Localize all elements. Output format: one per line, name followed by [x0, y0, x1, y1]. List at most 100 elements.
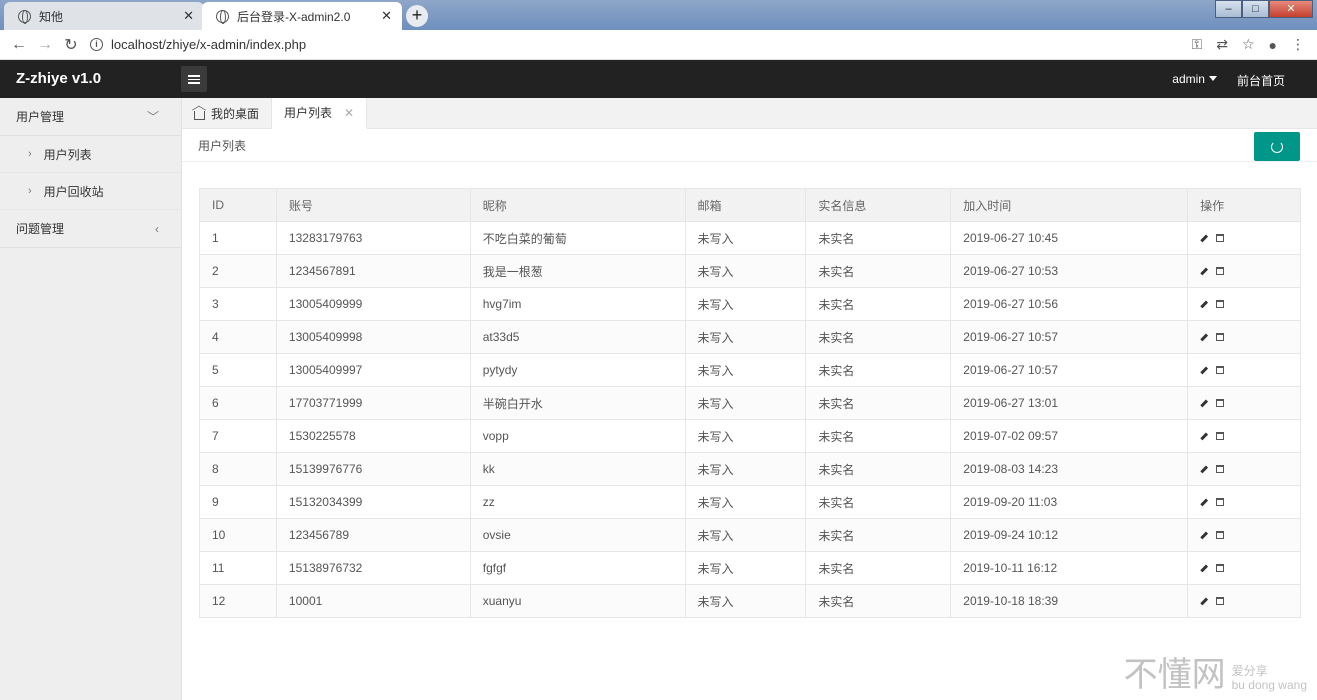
trash-icon[interactable]: [1216, 267, 1225, 275]
frontpage-link[interactable]: 前台首页: [1237, 72, 1285, 89]
cell-nickname: 我是一根葱: [469, 254, 686, 288]
menu-toggle-button[interactable]: [181, 66, 207, 92]
cell-account: 13283179763: [275, 221, 471, 255]
sidebar: 用户管理 ﹀ › 用户列表 › 用户回收站 问题管理 ‹: [0, 98, 182, 700]
sidebar-item-label: 用户列表: [43, 147, 92, 162]
translate-icon[interactable]: ⇄: [1216, 36, 1228, 53]
table-row: 5 13005409997 pytydy 未写入 未实名 2019-06-27 10:57: [199, 353, 1301, 387]
window-close-icon[interactable]: ✕: [1269, 0, 1313, 18]
cell-realname: 未实名: [805, 320, 952, 354]
pencil-icon[interactable]: [1200, 597, 1208, 606]
pencil-icon[interactable]: [1200, 564, 1208, 573]
trash-icon[interactable]: [1216, 234, 1225, 242]
cell-id: 8: [199, 452, 277, 486]
watermark-text: 不懂网: [1123, 655, 1226, 695]
cell-email: 未写入: [684, 551, 807, 585]
sidebar-item-label: 用户回收站: [43, 184, 104, 199]
sidebar-group-label: 用户管理: [16, 110, 65, 124]
tab-user-list[interactable]: 用户列表 ✕: [272, 98, 368, 129]
cell-account: 1234567891: [275, 254, 471, 288]
column-header: 加入时间: [950, 188, 1189, 222]
cell-nickname: ovsie: [469, 518, 686, 552]
cell-email: 未写入: [684, 386, 807, 420]
cell-account: 123456789: [275, 518, 471, 552]
cell-actions: [1187, 452, 1301, 486]
cell-id: 7: [199, 419, 277, 453]
back-arrow-icon[interactable]: ←: [6, 36, 32, 54]
minimize-icon[interactable]: –: [1215, 0, 1242, 18]
pencil-icon[interactable]: [1200, 432, 1208, 441]
pencil-icon[interactable]: [1200, 531, 1208, 540]
trash-icon[interactable]: [1216, 300, 1225, 308]
trash-icon[interactable]: [1216, 333, 1225, 341]
info-icon[interactable]: i: [90, 38, 103, 51]
cell-nickname: at33d5: [469, 320, 686, 354]
trash-icon[interactable]: [1216, 432, 1225, 440]
star-icon[interactable]: ☆: [1242, 36, 1255, 53]
cell-nickname: 半碗白开水: [469, 386, 686, 420]
cell-actions: [1187, 386, 1301, 420]
pencil-icon[interactable]: [1200, 300, 1208, 309]
close-icon[interactable]: ✕: [381, 8, 392, 24]
pencil-icon[interactable]: [1200, 333, 1208, 342]
sidebar-group-user-management[interactable]: 用户管理 ﹀: [0, 98, 181, 136]
pencil-icon[interactable]: [1200, 498, 1208, 507]
refresh-button[interactable]: [1254, 132, 1300, 161]
column-header: 账号: [275, 188, 471, 222]
cell-email: 未写入: [684, 353, 807, 387]
close-icon[interactable]: ✕: [183, 8, 194, 24]
cell-joined: 2019-08-03 14:23: [950, 452, 1189, 486]
breadcrumb-current: 用户列表: [198, 138, 247, 153]
trash-icon[interactable]: [1216, 564, 1225, 572]
pencil-icon[interactable]: [1200, 366, 1208, 375]
globe-icon: [216, 9, 229, 24]
cell-id: 2: [199, 254, 277, 288]
sidebar-item-user-list[interactable]: › 用户列表: [0, 136, 181, 173]
column-header: 邮箱: [684, 188, 807, 222]
maximize-icon[interactable]: □: [1242, 0, 1269, 18]
reload-icon[interactable]: ↻: [58, 35, 84, 55]
main-content: 我的桌面 用户列表 ✕ 用户列表 ID 账号 昵称 邮箱 实名信息 加入时间 操…: [182, 98, 1317, 700]
tab-my-desktop[interactable]: 我的桌面: [182, 98, 273, 129]
account-icon[interactable]: ●: [1269, 37, 1277, 53]
trash-icon[interactable]: [1216, 597, 1225, 605]
cell-joined: 2019-06-27 10:45: [950, 221, 1189, 255]
pencil-icon[interactable]: [1200, 399, 1208, 408]
trash-icon[interactable]: [1216, 498, 1225, 506]
close-icon[interactable]: ✕: [344, 106, 354, 120]
trash-icon[interactable]: [1216, 531, 1225, 539]
cell-realname: 未实名: [805, 485, 952, 519]
window-controls: – □ ✕: [1215, 0, 1313, 18]
trash-icon[interactable]: [1216, 366, 1225, 374]
trash-icon[interactable]: [1216, 465, 1225, 473]
home-icon: [194, 111, 205, 120]
cell-nickname: hvg7im: [469, 287, 686, 321]
more-menu-icon[interactable]: ⋮: [1291, 36, 1305, 53]
user-menu[interactable]: admin: [1172, 72, 1217, 89]
cell-id: 12: [199, 584, 277, 618]
sidebar-item-user-recycle-bin[interactable]: › 用户回收站: [0, 173, 181, 210]
pencil-icon[interactable]: [1200, 234, 1208, 243]
url-text[interactable]: localhost/zhiye/x-admin/index.php: [111, 37, 306, 52]
trash-icon[interactable]: [1216, 399, 1225, 407]
pencil-icon[interactable]: [1200, 465, 1208, 474]
cell-account: 15139976776: [275, 452, 471, 486]
forward-arrow-icon[interactable]: →: [32, 36, 58, 54]
browser-tab-admin-login[interactable]: 后台登录-X-admin2.0 ✕: [202, 2, 402, 30]
key-icon[interactable]: ⚿: [1192, 36, 1203, 53]
app-header: Z-zhiye v1.0 admin 前台首页: [0, 60, 1317, 98]
cell-joined: 2019-07-02 09:57: [950, 419, 1189, 453]
chevron-right-icon: ›: [28, 148, 32, 160]
browser-tab-zhita[interactable]: 知他 ✕: [4, 2, 204, 30]
sidebar-group-question-management[interactable]: 问题管理 ‹: [0, 210, 181, 248]
cell-actions: [1187, 320, 1301, 354]
cell-realname: 未实名: [805, 452, 952, 486]
url-field[interactable]: i localhost/zhiye/x-admin/index.php: [90, 37, 306, 52]
pencil-icon[interactable]: [1200, 267, 1208, 276]
table-row: 6 17703771999 半碗白开水 未写入 未实名 2019-06-27 13:01: [199, 386, 1301, 420]
table-row: 12 10001 xuanyu 未写入 未实名 2019-10-18 18:39: [199, 584, 1301, 618]
breadcrumb: 用户列表: [182, 129, 1317, 162]
cell-id: 6: [199, 386, 277, 420]
new-tab-button[interactable]: +: [406, 5, 428, 27]
cell-actions: [1187, 584, 1301, 618]
